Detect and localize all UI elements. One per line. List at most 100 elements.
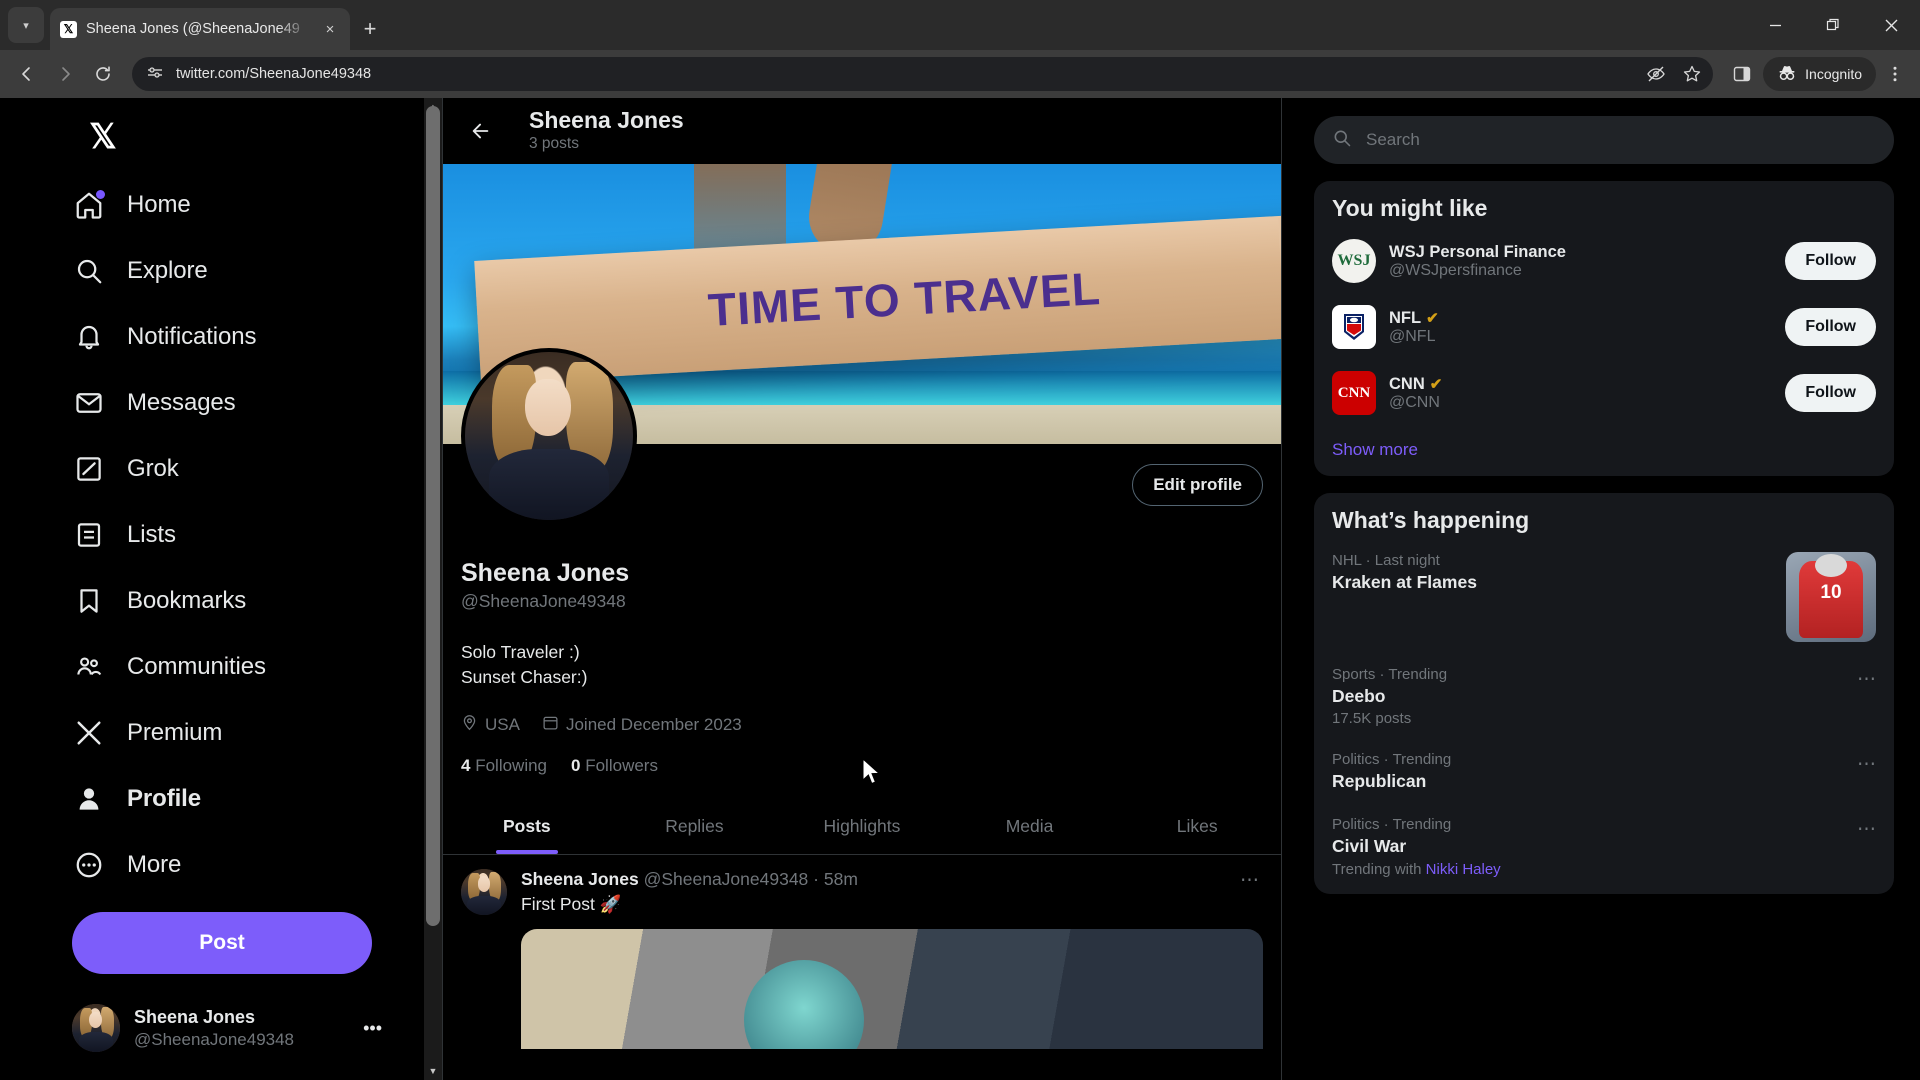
url-text: twitter.com/SheenaJone49348 <box>176 66 372 82</box>
more-dots-icon[interactable]: ••• <box>363 1018 392 1039</box>
eye-off-icon[interactable] <box>1645 64 1667 84</box>
suggested-account[interactable]: CNN CNN ✔ @CNN Follow <box>1314 360 1894 426</box>
home-icon <box>72 188 106 222</box>
avatar: WSJ <box>1332 239 1376 283</box>
trend-name: Deebo <box>1332 686 1386 706</box>
trend-item[interactable]: Politics · Trending Civil War Trending w… <box>1314 804 1894 890</box>
show-more-link[interactable]: Show more <box>1314 426 1894 472</box>
location-pin-icon <box>461 714 478 736</box>
search-icon <box>1332 128 1352 153</box>
jersey-number: 10 <box>1820 582 1842 604</box>
whats-happening-card: What’s happening NHL · Last night Kraken… <box>1314 493 1894 894</box>
reload-button[interactable] <box>86 57 120 91</box>
following-stat[interactable]: 4 Following <box>461 756 547 776</box>
tweet-avatar[interactable] <box>461 869 507 915</box>
sidebar-item-notifications[interactable]: Notifications <box>72 304 424 370</box>
followers-stat[interactable]: 0 Followers <box>571 756 658 776</box>
sidebar-item-premium[interactable]: Premium <box>72 700 424 766</box>
person-icon <box>72 782 106 816</box>
search-placeholder: Search <box>1366 130 1420 149</box>
sidebar-item-grok[interactable]: Grok <box>72 436 424 502</box>
tab-replies[interactable]: Replies <box>611 798 779 854</box>
trend-with-link[interactable]: Nikki Haley <box>1426 861 1501 878</box>
tab-posts[interactable]: Posts <box>443 798 611 854</box>
chevron-down-icon: ▾ <box>23 19 29 32</box>
tab-close-icon[interactable]: × <box>320 21 340 38</box>
tweet-item[interactable]: Sheena Jones @SheenaJone49348 · 58m ⋯ Fi… <box>443 855 1281 1049</box>
sidebar-item-home[interactable]: Home <box>72 172 424 238</box>
tab-likes[interactable]: Likes <box>1113 798 1281 854</box>
header-post-count: 3 posts <box>529 135 579 153</box>
incognito-label: Incognito <box>1805 66 1862 82</box>
sidebar-item-messages[interactable]: Messages <box>72 370 424 436</box>
x-icon <box>72 716 106 750</box>
more-dots-icon[interactable]: ⋯ <box>1857 751 1876 776</box>
scroll-down-arrow-icon[interactable]: ▼ <box>424 1062 442 1080</box>
avatar-text: CNN <box>1337 384 1371 401</box>
sidebar-item-profile[interactable]: Profile <box>72 766 424 832</box>
tweet-text: First Post 🚀 <box>521 894 622 914</box>
search-input[interactable]: Search <box>1314 116 1894 164</box>
trend-item[interactable]: Politics · Trending Republican ⋯ <box>1314 739 1894 804</box>
list-icon <box>72 518 106 552</box>
following-count: 4 <box>461 756 471 775</box>
scrollbar-thumb[interactable] <box>426 106 440 926</box>
profile-location: USA <box>461 714 520 736</box>
address-bar[interactable]: twitter.com/SheenaJone49348 <box>132 57 1714 91</box>
forward-button[interactable] <box>48 57 82 91</box>
account-handle: @NFL <box>1389 327 1436 345</box>
follow-button[interactable]: Follow <box>1785 242 1876 280</box>
more-dots-icon[interactable]: ⋯ <box>1240 869 1259 892</box>
profile-avatar[interactable] <box>461 348 637 524</box>
tweet-separator: · <box>813 869 819 889</box>
follow-button[interactable]: Follow <box>1785 374 1876 412</box>
sidebar-item-label: Grok <box>127 455 179 482</box>
browser-tab[interactable]: 𝕏 Sheena Jones (@SheenaJone49 × <box>50 8 350 50</box>
trend-category: Politics · Trending <box>1332 751 1452 768</box>
x-favicon-icon: 𝕏 <box>60 20 77 38</box>
sidebar-item-lists[interactable]: Lists <box>72 502 424 568</box>
sidebar-item-label: Lists <box>127 521 176 548</box>
tab-search-button[interactable]: ▾ <box>8 7 44 43</box>
trend-item[interactable]: Sports · Trending Deebo 17.5K posts ⋯ <box>1314 654 1894 739</box>
sidebar-item-bookmarks[interactable]: Bookmarks <box>72 568 424 634</box>
maximize-button[interactable] <box>1804 0 1862 50</box>
communities-icon <box>72 650 106 684</box>
sidebar-item-explore[interactable]: Explore <box>72 238 424 304</box>
tab-highlights[interactable]: Highlights <box>778 798 946 854</box>
sidebar-item-more[interactable]: More <box>72 832 424 898</box>
account-name: WSJ Personal Finance <box>1389 242 1566 261</box>
edit-profile-button[interactable]: Edit profile <box>1132 464 1263 506</box>
bio-line-1: Solo Traveler :) <box>461 642 580 662</box>
window-close-button[interactable] <box>1862 0 1920 50</box>
incognito-indicator[interactable]: Incognito <box>1763 57 1876 91</box>
page-scrollbar[interactable]: ▲ ▼ <box>424 98 442 1080</box>
post-button[interactable]: Post <box>72 912 372 974</box>
suggested-account[interactable]: WSJ WSJ Personal Finance @WSJpersfinance… <box>1314 228 1894 294</box>
side-panel-button[interactable] <box>1725 57 1759 91</box>
envelope-icon <box>72 386 106 420</box>
x-sidebar: 𝕏 Home Explore Notifications Messages Gr… <box>0 98 424 1080</box>
x-logo-icon[interactable]: 𝕏 <box>72 106 134 168</box>
search-icon <box>72 254 106 288</box>
back-arrow-icon[interactable] <box>461 111 501 151</box>
more-dots-icon[interactable]: ⋯ <box>1857 816 1876 841</box>
sidebar-item-label: Notifications <box>127 323 257 350</box>
more-dots-icon[interactable]: ⋯ <box>1857 666 1876 691</box>
minimize-button[interactable] <box>1746 0 1804 50</box>
you-might-like-card: You might like WSJ WSJ Personal Finance … <box>1314 181 1894 476</box>
tab-strip: ▾ 𝕏 Sheena Jones (@SheenaJone49 × + <box>0 0 1920 50</box>
profile-tabs: Posts Replies Highlights Media Likes <box>443 798 1281 855</box>
tweet-media[interactable] <box>521 929 1263 1049</box>
new-tab-button[interactable]: + <box>350 16 390 42</box>
suggested-account[interactable]: NFL ✔ @NFL Follow <box>1314 294 1894 360</box>
tab-media[interactable]: Media <box>946 798 1114 854</box>
account-switcher[interactable]: Sheena Jones @SheenaJone49348 ••• <box>72 1004 392 1052</box>
star-icon[interactable] <box>1681 64 1703 84</box>
site-settings-icon[interactable] <box>144 65 166 83</box>
kebab-menu-icon[interactable] <box>1880 65 1910 83</box>
trend-item[interactable]: NHL · Last night Kraken at Flames 10 <box>1314 540 1894 654</box>
follow-button[interactable]: Follow <box>1785 308 1876 346</box>
sidebar-item-communities[interactable]: Communities <box>72 634 424 700</box>
back-button[interactable] <box>10 57 44 91</box>
